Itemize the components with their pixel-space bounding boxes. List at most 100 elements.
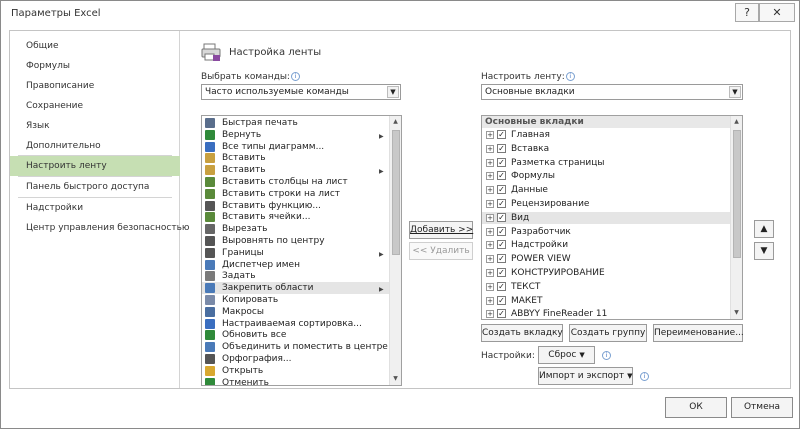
tab-checkbox[interactable]: ✓ xyxy=(497,226,506,236)
ribbon-tab-item[interactable]: + ✓ Разработчик xyxy=(482,226,730,238)
expand-icon[interactable]: + xyxy=(486,213,494,222)
nav-item[interactable]: Правописание xyxy=(10,76,180,96)
ribbon-tab-item[interactable]: + ✓ ТЕКСТ xyxy=(482,281,730,293)
command-item[interactable]: Отменить xyxy=(202,377,389,385)
command-item[interactable]: Границы ▶ xyxy=(202,247,389,259)
scroll-thumb[interactable] xyxy=(733,130,741,258)
tab-checkbox[interactable]: ✓ xyxy=(497,212,506,222)
expand-icon[interactable]: + xyxy=(486,144,494,153)
scroll-down-icon[interactable]: ▼ xyxy=(731,307,742,319)
commands-list[interactable]: Отменить Открыть Орфография... Объединить и… xyxy=(201,115,402,386)
command-item[interactable]: Вставить строки на лист xyxy=(202,188,389,200)
scroll-down-icon[interactable]: ▼ xyxy=(390,373,401,385)
expand-icon[interactable]: + xyxy=(486,255,494,264)
tab-checkbox[interactable]: ✓ xyxy=(497,254,506,264)
new-group-button[interactable]: Создать группу xyxy=(569,324,647,342)
ribbon-tabs-tree[interactable]: Основные вкладки ▲ ▼ + ✓ Главная + ✓ Вставка +… xyxy=(481,115,743,320)
expand-icon[interactable]: + xyxy=(486,172,494,181)
reset-button[interactable]: Сброс ▼ xyxy=(538,346,595,364)
customize-ribbon-combo[interactable]: Основные вкладки ▼ xyxy=(481,84,743,100)
ribbon-tab-item[interactable]: + ✓ КОНСТРУИРОВАНИЕ xyxy=(482,267,730,279)
expand-icon[interactable]: + xyxy=(486,296,494,305)
new-tab-button[interactable]: Создать вкладку xyxy=(481,324,563,342)
ribbon-tab-item[interactable]: + ✓ ABBYY FineReader 11 xyxy=(482,308,730,319)
nav-item[interactable]: Общие xyxy=(10,36,180,56)
command-item[interactable]: Копировать xyxy=(202,294,389,306)
command-item[interactable]: Вставить ячейки... xyxy=(202,211,389,223)
ribbon-tab-item[interactable]: + ✓ Данные xyxy=(482,184,730,196)
chevron-down-icon[interactable]: ▼ xyxy=(729,86,741,98)
tab-checkbox[interactable]: ✓ xyxy=(497,130,506,139)
command-item[interactable]: Открыть xyxy=(202,365,389,377)
ribbon-tab-item[interactable]: + ✓ МАКЕТ xyxy=(482,295,730,307)
help-button[interactable]: ? xyxy=(735,3,759,22)
ribbon-tree-scrollbar[interactable]: ▲ ▼ xyxy=(730,116,742,319)
command-item[interactable]: Быстрая печать xyxy=(202,117,389,129)
expand-icon[interactable]: + xyxy=(486,241,494,250)
ribbon-tab-item[interactable]: + ✓ Вставка xyxy=(482,143,730,155)
command-item[interactable]: Настраиваемая сортировка... xyxy=(202,318,389,330)
command-item[interactable]: Объединить и поместить в центре xyxy=(202,341,389,353)
ribbon-tab-item[interactable]: + ✓ Рецензирование xyxy=(482,198,730,210)
nav-item[interactable]: Формулы xyxy=(10,56,180,76)
tab-checkbox[interactable]: ✓ xyxy=(497,240,506,250)
nav-item[interactable]: Надстройки xyxy=(10,198,180,218)
ribbon-tab-item[interactable]: + ✓ Формулы xyxy=(482,170,730,182)
chevron-down-icon[interactable]: ▼ xyxy=(387,86,399,98)
tab-checkbox[interactable]: ✓ xyxy=(497,157,506,167)
command-item[interactable]: Макросы xyxy=(202,306,389,318)
tab-checkbox[interactable]: ✓ xyxy=(497,295,506,305)
scroll-up-icon[interactable]: ▲ xyxy=(390,116,401,128)
nav-item[interactable]: Настроить ленту xyxy=(10,156,180,176)
nav-item[interactable]: Центр управления безопасностью xyxy=(10,218,189,238)
command-item[interactable]: Вставить функцию... xyxy=(202,200,389,212)
ribbon-tab-item[interactable]: + ✓ Главная xyxy=(482,129,730,141)
rename-button[interactable]: Переименование... xyxy=(653,324,744,342)
tab-checkbox[interactable]: ✓ xyxy=(497,309,506,319)
tab-checkbox[interactable]: ✓ xyxy=(497,268,506,277)
tab-checkbox[interactable]: ✓ xyxy=(497,171,506,181)
expand-icon[interactable]: + xyxy=(486,310,494,319)
command-item[interactable]: Выровнять по центру xyxy=(202,235,389,247)
nav-item[interactable]: Язык xyxy=(10,116,180,136)
expand-icon[interactable]: + xyxy=(486,227,494,236)
nav-item[interactable]: Сохранение xyxy=(10,96,180,116)
expand-icon[interactable]: + xyxy=(486,269,494,277)
command-item[interactable]: Вернуть ▶ xyxy=(202,129,389,141)
ribbon-tab-item[interactable]: + ✓ Надстройки xyxy=(482,239,730,251)
command-item[interactable]: Вырезать xyxy=(202,223,389,235)
move-up-button[interactable]: ▲ xyxy=(754,220,774,238)
remove-button[interactable]: << Удалить xyxy=(409,242,473,260)
command-item[interactable]: Обновить все xyxy=(202,329,389,341)
expand-icon[interactable]: + xyxy=(486,200,494,208)
tab-checkbox[interactable]: ✓ xyxy=(497,199,506,208)
command-item[interactable]: Вставить ▶ xyxy=(202,164,389,176)
cancel-button[interactable]: Отмена xyxy=(731,397,793,418)
move-down-button[interactable]: ▼ xyxy=(754,242,774,260)
ribbon-tab-item[interactable]: + ✓ Разметка страницы xyxy=(482,157,730,169)
choose-commands-combo[interactable]: Часто используемые команды ▼ xyxy=(201,84,401,100)
command-item[interactable]: Орфография... xyxy=(202,353,389,365)
add-button[interactable]: Добавить >> xyxy=(409,221,473,239)
expand-icon[interactable]: + xyxy=(486,158,494,167)
commands-scrollbar[interactable]: ▲ ▼ xyxy=(389,116,401,385)
scroll-up-icon[interactable]: ▲ xyxy=(731,116,742,128)
ribbon-tab-item[interactable]: + ✓ POWER VIEW xyxy=(482,253,730,265)
close-button[interactable]: ✕ xyxy=(759,3,795,22)
nav-item[interactable]: Панель быстрого доступа xyxy=(10,177,180,197)
command-item[interactable]: Закрепить области ▶ xyxy=(202,282,389,295)
tab-checkbox[interactable]: ✓ xyxy=(497,281,506,291)
expand-icon[interactable]: + xyxy=(486,186,494,195)
expand-icon[interactable]: + xyxy=(486,282,494,291)
command-item[interactable]: Все типы диаграмм... xyxy=(202,141,389,153)
nav-item[interactable]: Дополнительно xyxy=(10,136,180,156)
ok-button[interactable]: ОК xyxy=(665,397,727,418)
scroll-thumb[interactable] xyxy=(392,130,400,255)
import-export-button[interactable]: Импорт и экспорт ▼ xyxy=(538,367,633,385)
ribbon-tab-item[interactable]: + ✓ Вид xyxy=(482,211,730,224)
expand-icon[interactable]: + xyxy=(486,131,494,139)
command-item[interactable]: Диспетчер имен xyxy=(202,259,389,271)
tab-checkbox[interactable]: ✓ xyxy=(497,143,506,153)
tab-checkbox[interactable]: ✓ xyxy=(497,185,506,195)
command-item[interactable]: Задать xyxy=(202,270,389,282)
